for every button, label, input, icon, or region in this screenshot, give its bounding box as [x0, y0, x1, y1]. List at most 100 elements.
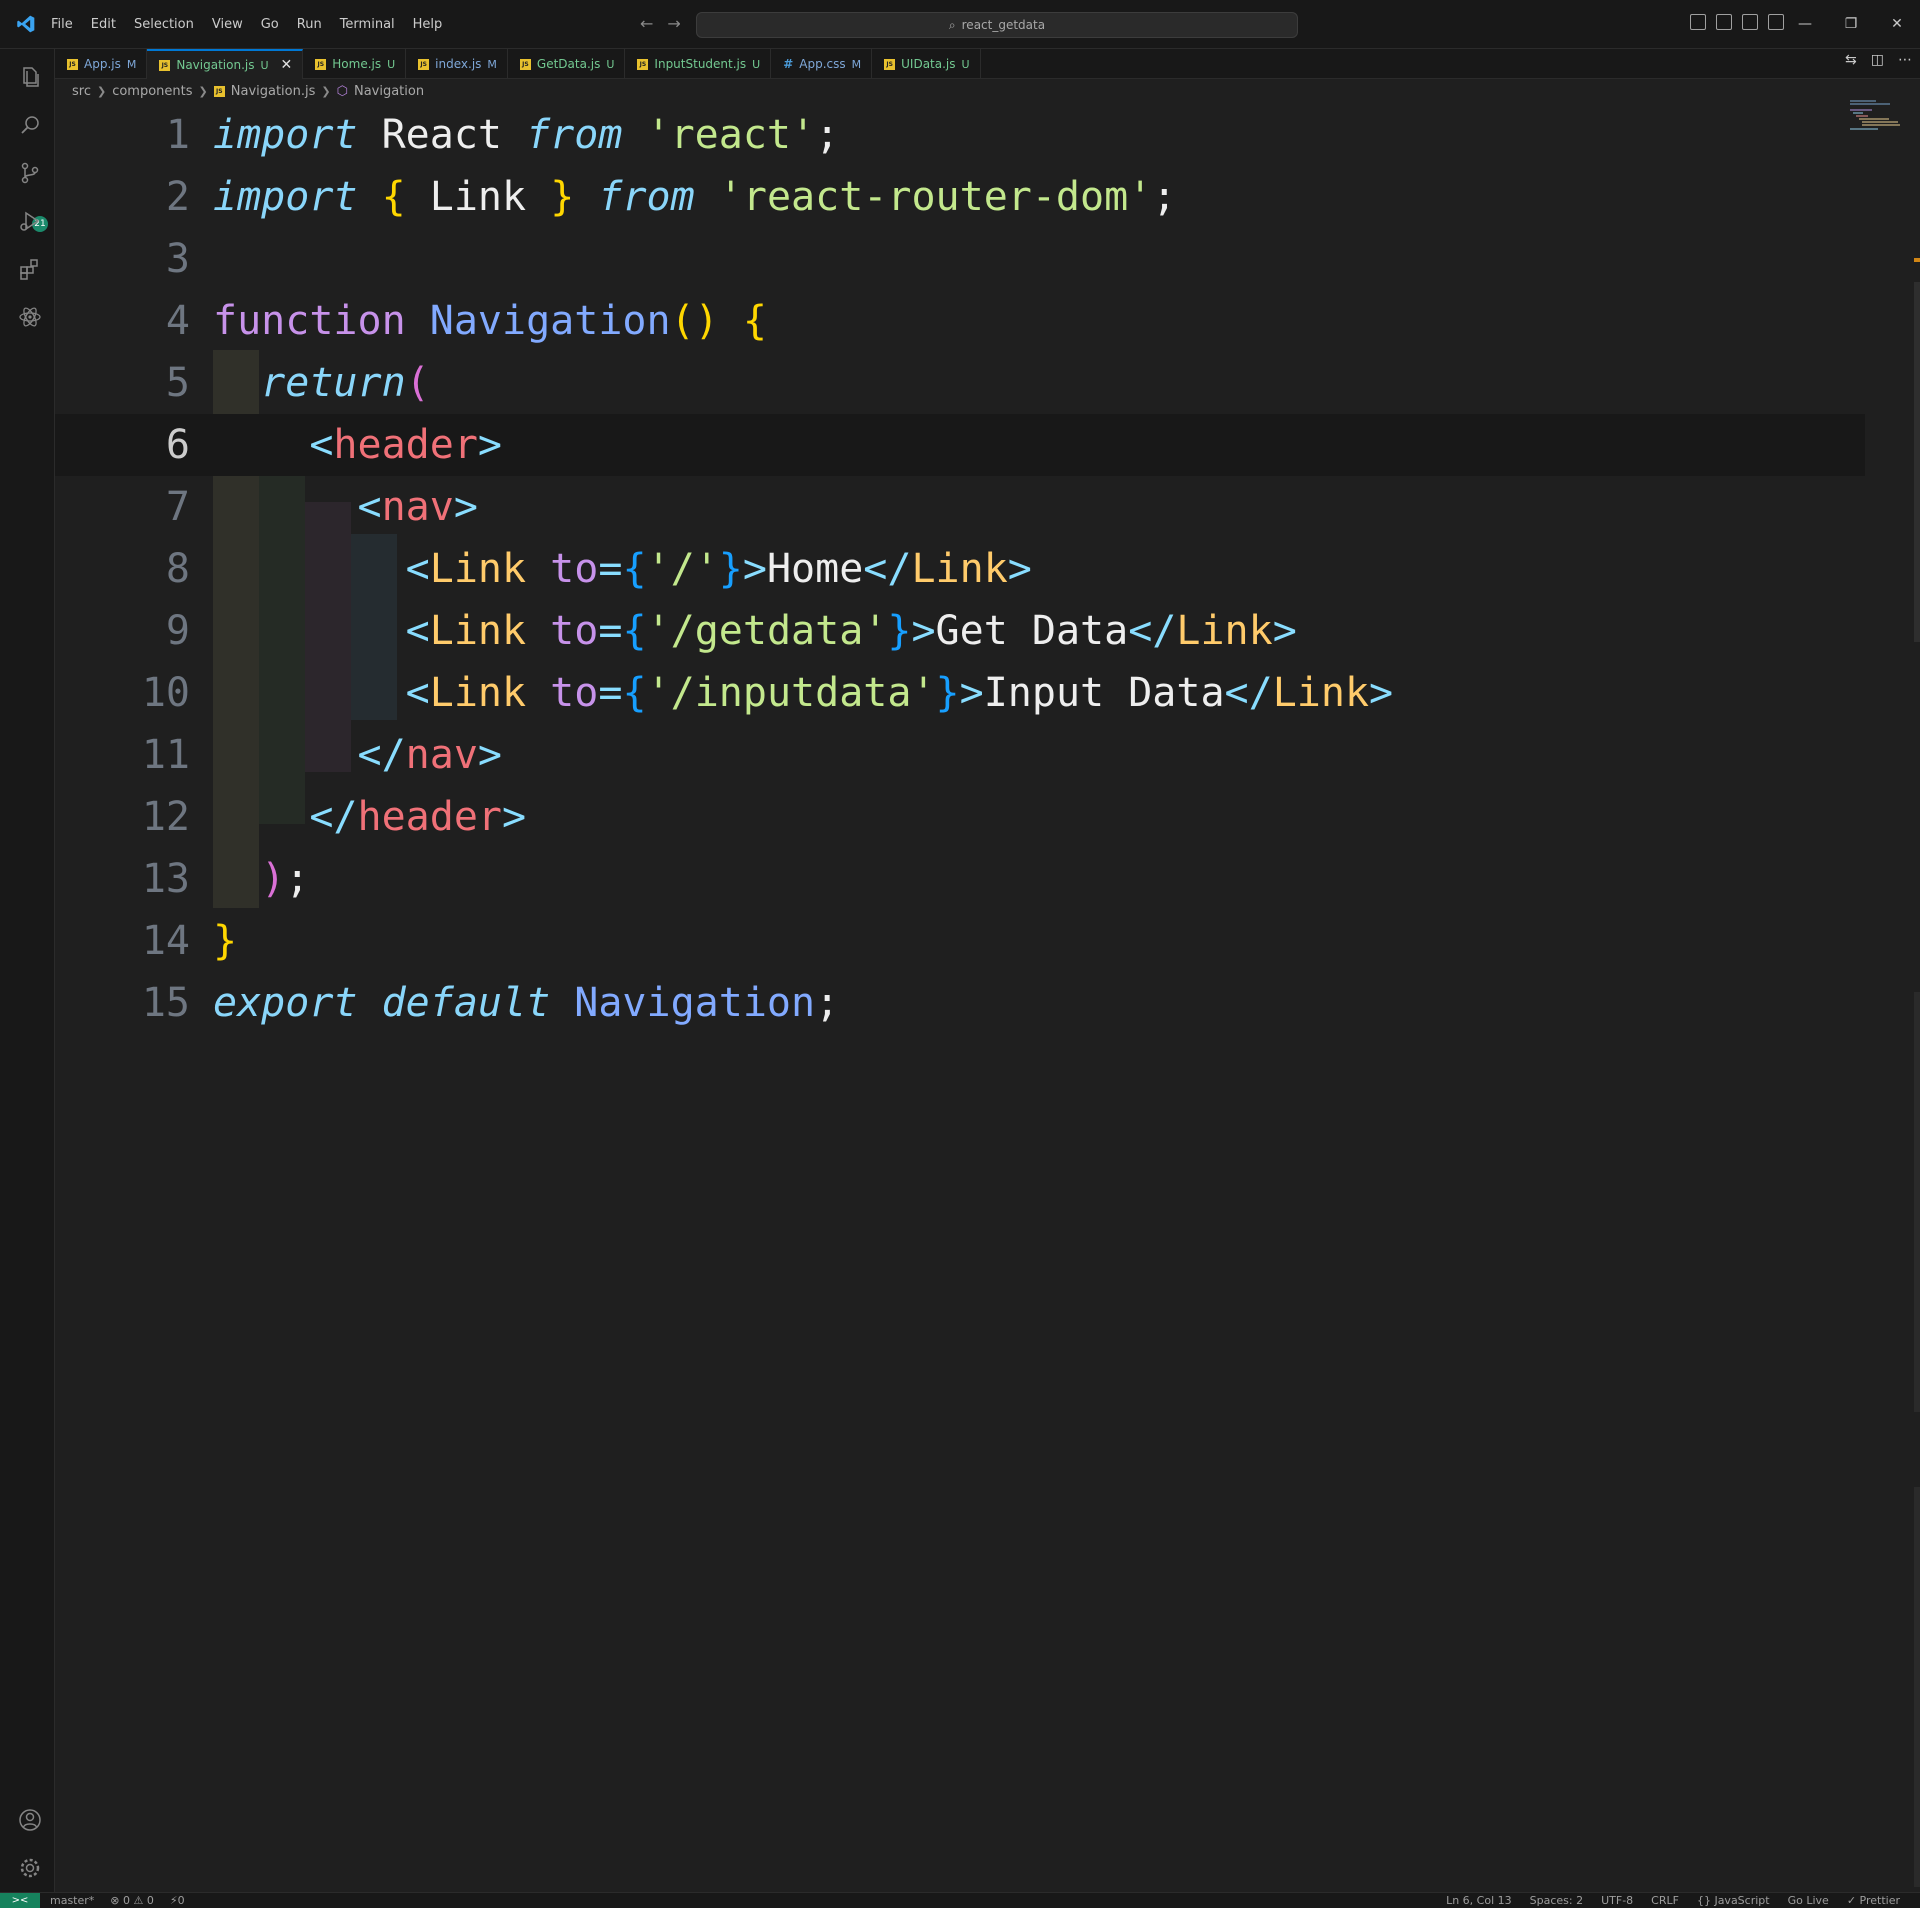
remote-indicator[interactable]: ><	[0, 1893, 40, 1908]
encoding[interactable]: UTF-8	[1601, 1893, 1633, 1908]
code-line[interactable]: 8 <Link to={'/'}>Home</Link>	[55, 538, 1865, 600]
line-code: <Link to={'/'}>Home</Link>	[213, 538, 1032, 600]
scroll-region	[1914, 1487, 1920, 1887]
tab-navigation-js[interactable]: JS Navigation.js U ✕	[147, 49, 304, 79]
tab-git-status: U	[606, 57, 615, 71]
breadcrumb-file[interactable]: Navigation.js	[231, 84, 316, 99]
code-token: }	[550, 174, 575, 220]
tab-app-js[interactable]: JS App.js M	[55, 49, 148, 79]
menu-terminal[interactable]: Terminal	[331, 0, 404, 49]
activity-bar: 21	[0, 49, 55, 1892]
settings-gear-icon[interactable]	[18, 1856, 42, 1880]
code-token: ()	[670, 298, 719, 344]
problems-indicator[interactable]: ⊗ 0 ⚠ 0	[110, 1893, 154, 1908]
code-line[interactable]: 7 <nav>	[55, 476, 1865, 538]
tab-inputstudent-js[interactable]: JS InputStudent.js U	[625, 49, 772, 79]
code-token: =	[598, 670, 623, 716]
minimap[interactable]	[1850, 100, 1900, 130]
menu-file[interactable]: File	[42, 0, 82, 49]
code-line[interactable]: 10 <Link to={'/inputdata'}>Input Data</L…	[55, 662, 1865, 724]
breadcrumb-folder-components[interactable]: components	[112, 84, 192, 99]
scroll-thumb[interactable]	[1914, 282, 1920, 642]
breadcrumb-folder-src[interactable]: src	[72, 84, 91, 99]
react-icon[interactable]	[18, 305, 42, 329]
code-line[interactable]: 9 <Link to={'/getdata'}>Get Data</Link>	[55, 600, 1865, 662]
accounts-icon[interactable]	[18, 1808, 42, 1832]
line-code: import React from 'react';	[213, 104, 839, 166]
code-token: to	[550, 670, 599, 716]
toggle-primary-sidebar-icon[interactable]	[1690, 14, 1706, 30]
restore-icon[interactable]: ❐	[1828, 0, 1874, 49]
code-line[interactable]: 14}	[55, 910, 1865, 972]
line-number: 14	[141, 918, 190, 964]
minimize-icon[interactable]: —	[1782, 0, 1828, 49]
code-line[interactable]: 2 import { Link } from 'react-router-dom'…	[55, 166, 1865, 228]
breadcrumb-symbol[interactable]: Navigation	[354, 84, 424, 99]
code-token: {	[622, 546, 647, 592]
open-changes-icon[interactable]: ⇆	[1845, 52, 1857, 68]
code-line[interactable]: 6 <header>	[55, 414, 1865, 476]
menu-go[interactable]: Go	[252, 0, 288, 49]
code-token: >	[1369, 670, 1394, 716]
code-line[interactable]: 5 return(	[55, 352, 1865, 414]
code-line[interactable]: 4 function Navigation() {	[55, 290, 1865, 352]
indentation[interactable]: Spaces: 2	[1530, 1893, 1583, 1908]
code-token: '/'	[646, 546, 719, 592]
code-token: nav	[381, 484, 454, 530]
branch-indicator[interactable]: master*	[50, 1893, 94, 1908]
tab-label: App.css	[799, 57, 846, 71]
source-control-icon[interactable]	[18, 161, 42, 185]
extensions-icon[interactable]	[18, 257, 42, 281]
language-mode[interactable]: {} JavaScript	[1697, 1893, 1770, 1908]
workspace-name: react_getdata	[961, 18, 1046, 32]
tab-app-css[interactable]: # App.css M	[771, 49, 873, 79]
code-line[interactable]: 13 );	[55, 848, 1865, 910]
line-code: <nav>	[213, 476, 478, 538]
menu-edit[interactable]: Edit	[82, 0, 125, 49]
editor-tab-bar: JS App.js M JS Navigation.js U ✕ JS Home.js U JS in…	[55, 49, 1920, 79]
tab-getdata-js[interactable]: JS GetData.js U	[508, 49, 626, 79]
go-live-button[interactable]: Go Live	[1788, 1893, 1829, 1908]
close-tab-icon[interactable]: ✕	[281, 57, 293, 73]
editor-scrollbar[interactable]	[1914, 102, 1920, 1892]
split-editor-icon[interactable]: ◫	[1871, 52, 1884, 68]
menu-selection[interactable]: Selection	[125, 0, 203, 49]
code-line[interactable]: 3	[55, 228, 1865, 290]
prettier-status[interactable]: ✓ Prettier	[1847, 1893, 1900, 1908]
menu-help[interactable]: Help	[404, 0, 452, 49]
more-actions-icon[interactable]: ⋯	[1898, 52, 1912, 68]
line-code: export default Navigation;	[213, 972, 839, 1034]
code-line[interactable]: 11 </nav>	[55, 724, 1865, 786]
search-view-icon[interactable]	[18, 113, 42, 137]
code-token: ;	[815, 112, 840, 158]
js-file-icon: JS	[884, 58, 896, 70]
code-editor[interactable]: 1 import React from 'react'; 2 import { Lin…	[55, 102, 1920, 1892]
menu-run[interactable]: Run	[288, 0, 331, 49]
toggle-panel-icon[interactable]	[1716, 14, 1732, 30]
command-center-search[interactable]: ⌕ react_getdata	[696, 12, 1298, 38]
end-of-line[interactable]: CRLF	[1651, 1893, 1679, 1908]
code-line[interactable]: 1 import React from 'react';	[55, 104, 1865, 166]
code-line[interactable]: 15 export default Navigation;	[55, 972, 1865, 1034]
ports-indicator[interactable]: ⚡0	[170, 1893, 185, 1908]
explorer-icon[interactable]	[18, 65, 42, 89]
close-window-icon[interactable]: ✕	[1874, 0, 1920, 49]
line-number: 5	[165, 360, 190, 406]
forward-arrow-icon[interactable]: →	[667, 14, 680, 33]
menu-view[interactable]: View	[203, 0, 252, 49]
layout-controls	[1690, 14, 1784, 30]
code-token: Link	[429, 670, 527, 716]
back-arrow-icon[interactable]: ←	[640, 14, 653, 33]
cursor-position[interactable]: Ln 6, Col 13	[1446, 1893, 1512, 1908]
tab-index-js[interactable]: JS index.js M	[406, 49, 508, 79]
code-token: </	[863, 546, 912, 592]
tab-uidata-js[interactable]: JS UIData.js U	[872, 49, 981, 79]
run-debug-icon[interactable]	[18, 209, 42, 233]
toggle-secondary-sidebar-icon[interactable]	[1742, 14, 1758, 30]
tab-home-js[interactable]: JS Home.js U	[303, 49, 407, 79]
code-line[interactable]: 12 </header>	[55, 786, 1865, 848]
code-token: {	[622, 608, 647, 654]
